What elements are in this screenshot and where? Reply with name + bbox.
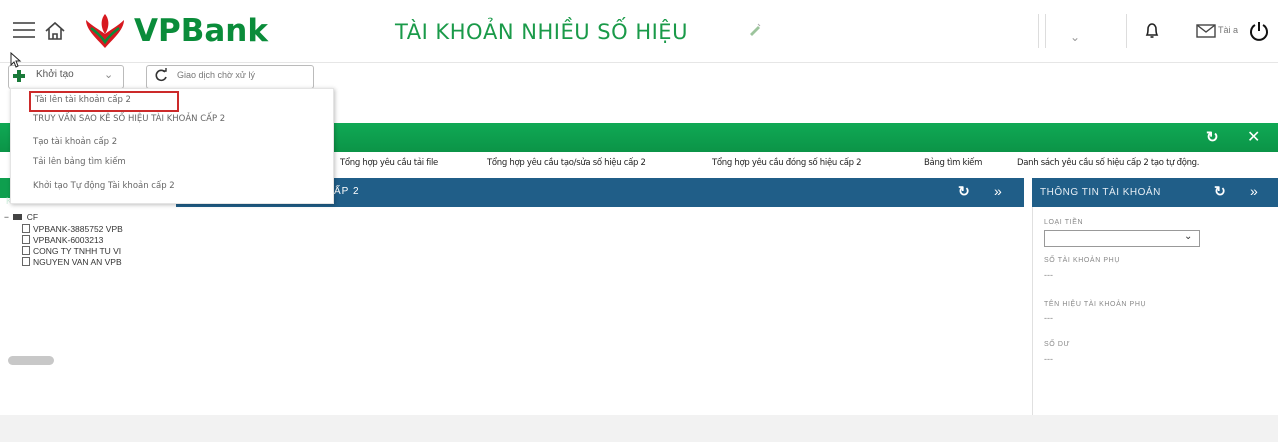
- currency-select[interactable]: [1044, 230, 1200, 247]
- menu-item-create-sub-account[interactable]: Tạo tài khoản cấp 2: [33, 137, 117, 147]
- header-divider: [0, 62, 1278, 63]
- hamburger-menu-icon[interactable]: [13, 22, 35, 40]
- tree-item-label: VPBANK-3885752 VPB: [33, 224, 123, 234]
- tab-file-upload-summary[interactable]: Tổng hợp yêu cầu tải file: [340, 158, 438, 168]
- sub-account-label: SỐ TÀI KHOẢN PHỤ: [1044, 257, 1120, 264]
- mail-label[interactable]: Tài a: [1218, 25, 1238, 35]
- chevron-down-icon[interactable]: ⌄: [104, 68, 113, 81]
- page-title: TÀI KHOẢN NHIỀU SỐ HIỆU: [395, 20, 688, 44]
- refresh-icon[interactable]: ↻: [1206, 128, 1219, 146]
- plus-icon: [13, 70, 25, 82]
- tree-item-label: VPBANK-6003213: [33, 235, 104, 245]
- tree-root[interactable]: − CF: [4, 212, 38, 222]
- expand-icon[interactable]: »: [994, 183, 1002, 199]
- refresh-icon: [155, 68, 167, 82]
- menu-item-statement-query[interactable]: TRUY VẤN SAO KÊ SỐ HIỆU TÀI KHOẢN CẤP 2: [33, 114, 225, 124]
- chevron-down-icon[interactable]: ⌄: [1184, 231, 1192, 242]
- expand-icon[interactable]: »: [1250, 183, 1258, 199]
- menu-item-upload-lookup[interactable]: Tải lên bảng tìm kiếm: [33, 157, 126, 167]
- close-icon[interactable]: ✕: [1247, 127, 1260, 147]
- cursor-icon: [10, 52, 22, 68]
- tree-item[interactable]: CONG TY TNHH TU VI: [22, 246, 121, 256]
- chevron-down-icon[interactable]: ⌄: [1070, 30, 1080, 44]
- currency-label: LOẠI TIỀN: [1044, 219, 1084, 226]
- account-panel-title: THÔNG TIN TÀI KHOẢN: [1040, 187, 1161, 198]
- home-icon[interactable]: [43, 20, 67, 42]
- tree-root-label: CF: [26, 212, 39, 222]
- balance-label: SỐ DƯ: [1044, 341, 1071, 348]
- refresh-icon[interactable]: ↻: [958, 183, 970, 200]
- file-icon: [22, 257, 30, 266]
- pending-transactions-label[interactable]: Giao dịch chờ xử lý: [177, 70, 255, 80]
- logo-text: VPBank: [134, 13, 268, 49]
- tree-item[interactable]: NGUYEN VAN AN VPB: [22, 257, 122, 267]
- tab-create-edit-summary[interactable]: Tổng hợp yêu cầu tạo/sửa số hiệu cấp 2: [487, 158, 646, 168]
- horizontal-scrollbar[interactable]: [8, 356, 54, 365]
- tree-item[interactable]: VPBANK-6003213: [22, 235, 103, 245]
- file-icon: [22, 235, 30, 244]
- edit-icon: [750, 23, 761, 36]
- header-search-area[interactable]: [718, 14, 1039, 48]
- mail-icon[interactable]: [1196, 24, 1216, 38]
- tab-close-summary[interactable]: Tổng hợp yêu cầu đóng số hiệu cấp 2: [712, 158, 862, 168]
- menu-item-highlight: [29, 91, 179, 112]
- file-icon: [22, 246, 30, 255]
- sub-account-value: ---: [1044, 270, 1053, 280]
- sub-name-label: TÊN HIỆU TÀI KHOẢN PHỤ: [1044, 301, 1147, 308]
- user-select[interactable]: [1045, 14, 1127, 48]
- power-icon[interactable]: [1248, 20, 1270, 42]
- tree-item-label: CONG TY TNHH TU VI: [33, 246, 122, 256]
- tree-item-label: NGUYEN VAN AN VPB: [33, 257, 122, 267]
- footer-bar: [0, 415, 1278, 442]
- refresh-icon[interactable]: ↻: [1214, 183, 1226, 200]
- menu-item-auto-create[interactable]: Khởi tạo Tự động Tài khoản cấp 2: [33, 181, 175, 191]
- bell-icon[interactable]: [1144, 22, 1160, 40]
- file-icon: [22, 224, 30, 233]
- vpbank-logo-icon: [86, 14, 124, 48]
- tab-lookup-table[interactable]: Bảng tìm kiếm: [924, 158, 982, 168]
- tree-item[interactable]: VPBANK-3885752 VPB: [22, 224, 123, 234]
- init-dropdown-label[interactable]: Khởi tạo: [36, 69, 74, 80]
- center-panel-title: ẤP 2: [334, 186, 360, 197]
- folder-icon: [13, 214, 23, 220]
- collapse-icon[interactable]: −: [4, 212, 9, 222]
- tab-auto-created-list[interactable]: Danh sách yêu cầu số hiệu cấp 2 tạo tự đ…: [1017, 158, 1199, 168]
- sub-name-value: ---: [1044, 313, 1053, 323]
- balance-value: ---: [1044, 354, 1053, 364]
